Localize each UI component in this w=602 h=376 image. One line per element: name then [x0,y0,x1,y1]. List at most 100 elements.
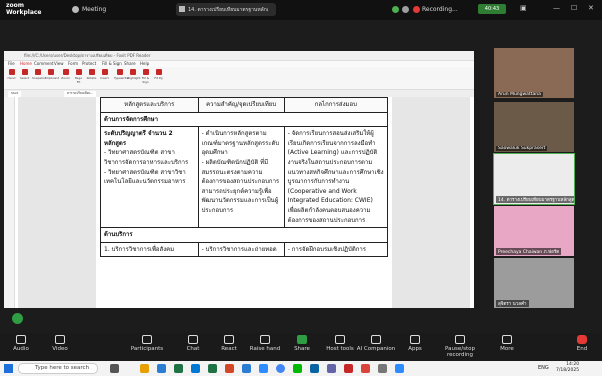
end-meeting-button[interactable]: End [562,335,602,352]
meeting-icon [72,6,79,13]
shared-screen-tab[interactable]: 14. ตารางเปรียบเทียบมาตรฐานหลักสูตร [176,3,276,16]
app-icon[interactable] [327,364,336,373]
zoom-icon[interactable] [259,364,268,373]
language-indicator[interactable]: ENG [538,365,549,371]
audio-button[interactable]: Audio [1,335,41,352]
foxit-icon[interactable] [344,364,353,373]
typewriter-button[interactable]: Typewriter [114,69,130,80]
pause-stop-recording-button[interactable]: Pause/stop recording [432,335,488,358]
outlook-icon[interactable] [191,364,200,373]
fill-sign-button[interactable]: Fill & Sign [140,69,151,84]
menu-file[interactable]: File [8,61,15,66]
page-fit-button[interactable]: Page Fit [73,69,84,84]
pdf-document-area[interactable]: หลักสูตรและบริการ ความสำคัญ/จุดเปรียบเที… [18,97,470,308]
menu-home[interactable]: Home [20,61,32,66]
pdf-page: หลักสูตรและบริการ ความสำคัญ/จุดเปรียบเที… [96,97,392,308]
zoom-icon[interactable] [395,364,404,373]
table-header: กลไกการส่งมอบ [283,97,389,113]
maximize-icon[interactable]: ☐ [571,4,577,12]
snapshot-button[interactable]: Snapshot [32,69,46,80]
highlight-button[interactable]: Highlight [127,69,141,80]
meeting-toolbar: Audio Video Participants Chat React Rais… [0,333,602,361]
participants-button[interactable]: Participants [127,335,167,352]
rotate-button[interactable]: Rotate [86,69,97,80]
fit-page-icon [155,69,162,75]
raise-hand-button[interactable]: Raise hand [245,335,285,352]
taskbar-search[interactable]: Type here to search [18,363,98,374]
video-button[interactable]: Video [40,335,80,352]
teams-icon[interactable] [310,364,319,373]
chat-icon [188,335,198,344]
menu-help[interactable]: Help [140,61,149,66]
program-count: ระดับปริญญาตรี จำนวน 2 หลักสูตร [104,130,173,147]
word-icon[interactable] [157,364,166,373]
windows-start-icon[interactable] [4,364,13,373]
menu-share[interactable]: Share [124,61,136,66]
participant-name: 14. ตารางเปรียบเทียบมาตรฐานหลักสูตร [496,196,574,203]
taskbar-clock[interactable]: 14:20 7/18/2025 [556,362,579,374]
pdf-ribbon: Hand Select Snapshot Clipboard Zoom Page… [4,67,474,90]
excel-icon[interactable] [208,364,217,373]
participant-name: Saowaluk Sukprasert [496,146,548,151]
react-button[interactable]: React [209,335,249,352]
menu-form[interactable]: Form [68,61,78,66]
view-icon[interactable]: ▣ [520,4,527,12]
pen-icon [142,69,149,75]
chat-button[interactable]: Chat [173,335,213,352]
menu-protect[interactable]: Protect [82,61,96,66]
section-row: ด้านบริการ [100,227,388,243]
chrome-icon[interactable] [276,364,285,373]
select-tool-button[interactable]: Select [19,69,30,80]
table-cell: - บริการวิชาการและถ่ายทอด [197,241,285,258]
participant-tile[interactable]: 14. ตารางเปรียบเทียบมาตรฐานหลักสูตร [493,153,575,205]
hand-icon [260,335,270,344]
zoom-top-bar: zoom Workplace Meeting 14. ตารางเปรียบเท… [0,0,602,20]
share-screen-button[interactable]: Share [282,335,322,352]
meeting-info-icon[interactable] [402,6,409,13]
fit-page-button[interactable]: Fit Pg [153,69,164,80]
security-shield-icon[interactable] [392,6,399,13]
pdf-icon[interactable] [361,364,370,373]
menu-fill-sign[interactable]: Fill & Sign [102,61,122,66]
excel-icon[interactable] [174,364,183,373]
windows-taskbar: Type here to search ENG 14:20 7/18/2025 [0,361,602,376]
section-title: ด้านการจัดการศึกษา [100,111,388,128]
more-button[interactable]: More [487,335,527,352]
zoom-button[interactable]: Zoom [60,69,71,80]
participant-tile[interactable]: Preechaya Chaiwan ภ.ฟอร์ด [494,206,574,256]
ellipsis-icon [502,335,512,344]
section-row: ด้านการจัดการศึกษา [100,111,388,128]
participant-name: Arun Mungwattana [496,92,543,97]
clipboard-button[interactable]: Clipboard [45,69,59,80]
ai-companion-button[interactable]: AI Companion [356,335,396,352]
meeting-menu[interactable]: Meeting [82,6,106,13]
menu-comment[interactable]: Comment [34,61,54,66]
apps-button[interactable]: Apps [395,335,435,352]
line-icon[interactable] [293,364,302,373]
end-icon [577,335,587,344]
powerpoint-icon[interactable] [225,364,234,373]
table-cell: - ดำเนินการหลักสูตรตามเกณฑ์มาตรฐานหลักสู… [197,126,285,229]
captions-icon[interactable] [12,313,23,324]
task-view-icon[interactable] [110,364,119,373]
participant-gallery: Arun Mungwattana Saowaluk Sukprasert 14.… [486,36,598,308]
shared-screen: file:///C:/Users/user/Desktop/ตารางเปรีย… [4,51,474,308]
cursor-icon [21,69,28,75]
close-icon[interactable]: ✕ [588,4,594,12]
table-cell: ระดับปริญญาตรี จำนวน 2 หลักสูตร - วิทยาศ… [100,126,199,229]
word-icon[interactable] [242,364,251,373]
participant-tile[interactable]: สุจิตรา นวลคำ [494,258,574,308]
participant-tile[interactable]: Arun Mungwattana [494,48,574,98]
recording-dot-icon [413,6,420,13]
menu-view[interactable]: View [54,61,64,66]
file-explorer-icon[interactable] [140,364,149,373]
table-row: ระดับปริญญาตรี จำนวน 2 หลักสูตร - วิทยาศ… [100,126,389,229]
host-tools-button[interactable]: Host tools [320,335,360,352]
participant-tile[interactable]: Saowaluk Sukprasert [494,102,574,152]
hand-tool-button[interactable]: Hand [6,69,17,80]
app-icon[interactable] [378,364,387,373]
table-cell: 1. บริการวิชาการเพื่อสังคม [100,241,199,258]
insert-button[interactable]: Insert [99,69,110,80]
minimize-icon[interactable]: — [553,4,560,12]
clipboard-icon [47,69,54,75]
